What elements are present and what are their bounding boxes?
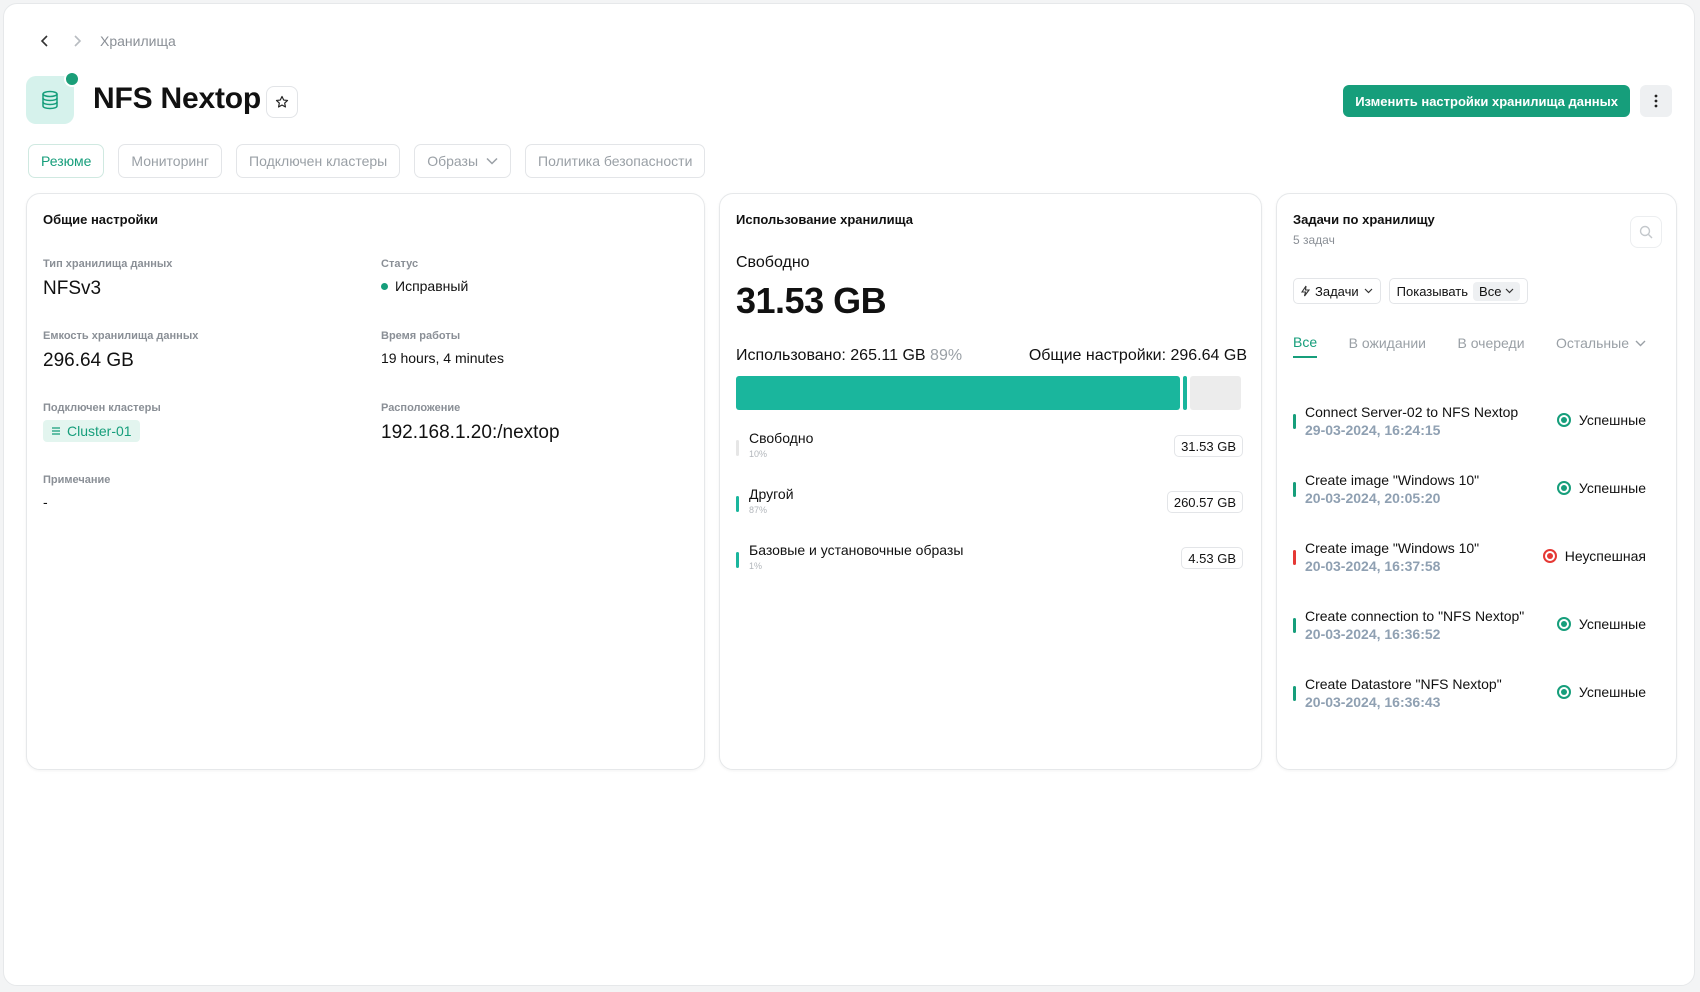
usage-bar [736,376,1241,410]
legend-mark [736,552,739,568]
tab-monitoring[interactable]: Мониторинг [118,144,223,178]
task-status-bar [1293,618,1296,633]
success-icon [1556,413,1571,427]
note-value: - [43,494,48,510]
task-row[interactable]: Connect Server-02 to NFS Nextop 29-03-20… [1293,402,1646,446]
subtab-other[interactable]: Остальные [1556,334,1646,358]
tasks-count: 5 задач [1293,233,1335,247]
tasks-filter-dropdown[interactable]: Задачи [1293,278,1381,304]
forward-icon[interactable] [68,32,86,50]
location-field: Расположение 192.168.1.20:/nextop [381,402,560,443]
chevron-down-icon [486,157,498,165]
status-badge: Успешные [1556,412,1646,428]
search-icon [1639,225,1653,239]
status-badge: Неуспешная [1542,548,1646,564]
capacity-value: 296.64 GB [43,350,134,371]
storage-tasks-card: Задачи по хранилищу 5 задач Задачи Показ… [1276,193,1677,770]
error-icon [1542,549,1557,563]
chevron-down-icon [1635,340,1646,346]
task-filters: Задачи Показывать Все [1293,278,1529,304]
datastore-type-field: Тип хранилища данных NFSv3 [43,258,173,299]
location-value: 192.168.1.20:/nextop [381,422,560,443]
legend-mark [736,440,739,456]
card-title: Общие настройки [43,212,158,227]
app-window: Хранилища NFS Nextop Изменить настройки … [3,3,1695,986]
tab-security-policy[interactable]: Политика безопасности [525,144,706,178]
tab-clusters[interactable]: Подключен кластеры [236,144,401,178]
show-filter-dropdown[interactable]: Показывать Все [1388,278,1529,304]
task-status-bar [1293,414,1296,429]
page-header: NFS Nextop Изменить настройки хранилища … [26,71,1672,128]
used-percent: 89% [930,347,963,364]
status-badge: Успешные [1556,480,1646,496]
status-badge: Исправный [381,278,468,294]
datastore-type-value: NFSv3 [43,278,102,299]
online-indicator [64,71,80,87]
star-icon [275,95,289,108]
storage-usage-card: Использование хранилища Свободно 31.53 G… [719,193,1262,770]
status-dot-icon [381,282,388,290]
tab-bar: Резюме Мониторинг Подключен кластеры Обр… [28,144,706,178]
task-row[interactable]: Create image "Windows 10" 20-03-2024, 20… [1293,470,1646,514]
used-label: Использовано: 265.11 GB [736,347,926,364]
breadcrumb: Хранилища [36,32,176,50]
chevron-down-icon [1364,288,1373,294]
total-label: Общие настройки: 296.64 GB [1028,347,1247,364]
general-settings-card: Общие настройки Тип хранилища данных NFS… [26,193,705,770]
usage-bar-base-images [1183,376,1188,410]
uptime-value: 19 hours, 4 minutes [381,350,504,366]
task-row[interactable]: Create Datastore "NFS Nextop" 20-03-2024… [1293,674,1646,718]
legend-mark [736,496,739,512]
edit-datastore-button[interactable]: Изменить настройки хранилища данных [1343,85,1630,117]
note-field: Примечание - [43,474,111,510]
tab-images[interactable]: Образы [414,144,512,178]
legend-item: Свободно 10% 31.53 GB [736,430,1243,486]
kebab-icon [1654,94,1658,108]
usage-legend: Свободно 10% 31.53 GB Другой 87% 260.57 … [736,430,1243,598]
favorite-button[interactable] [266,86,298,118]
cluster-chip[interactable]: Cluster-01 [43,420,140,442]
subtab-pending[interactable]: В ожидании [1349,334,1426,358]
status-badge: Успешные [1556,684,1646,700]
back-icon[interactable] [36,32,54,50]
status-field: Статус Исправный [381,258,469,294]
task-subtabs: Все В ожидании В очереди Остальные [1293,334,1646,358]
free-label: Свободно [736,254,810,271]
page-title: NFS Nextop [93,82,262,115]
breadcrumb-current[interactable]: Хранилища [100,33,176,49]
uptime-field: Время работы 19 hours, 4 minutes [381,330,504,366]
cluster-icon [52,427,60,435]
tab-summary[interactable]: Резюме [28,144,105,178]
success-icon [1556,617,1571,631]
success-icon [1556,481,1571,495]
capacity-field: Емкость хранилища данных 296.64 GB [43,330,199,371]
subtab-all[interactable]: Все [1293,334,1318,358]
lightning-icon [1301,285,1310,297]
task-status-bar [1293,686,1296,701]
legend-item: Другой 87% 260.57 GB [736,486,1243,542]
task-row[interactable]: Create image "Windows 10" 20-03-2024, 16… [1293,538,1646,582]
more-options-button[interactable] [1640,85,1672,117]
status-badge: Успешные [1556,616,1646,632]
chevron-down-icon [1506,288,1514,294]
usage-bar-other [736,376,1181,410]
datastore-icon [26,71,80,124]
task-status-bar [1293,550,1296,565]
usage-summary: Использовано: 265.11 GB 89% Общие настро… [736,347,1247,365]
success-icon [1556,685,1571,699]
clusters-field: Подключен кластеры Cluster-01 [43,402,161,442]
card-title: Задачи по хранилищу [1293,212,1435,227]
usage-bar-free [1190,376,1241,410]
task-status-bar [1293,482,1296,497]
legend-item: Базовые и установочные образы 1% 4.53 GB [736,542,1243,598]
free-value: 31.53 GB [736,280,887,321]
card-title: Использование хранилища [736,212,913,227]
search-button[interactable] [1630,216,1662,248]
subtab-queued[interactable]: В очереди [1457,334,1524,358]
task-row[interactable]: Create connection to "NFS Nextop" 20-03-… [1293,606,1646,650]
